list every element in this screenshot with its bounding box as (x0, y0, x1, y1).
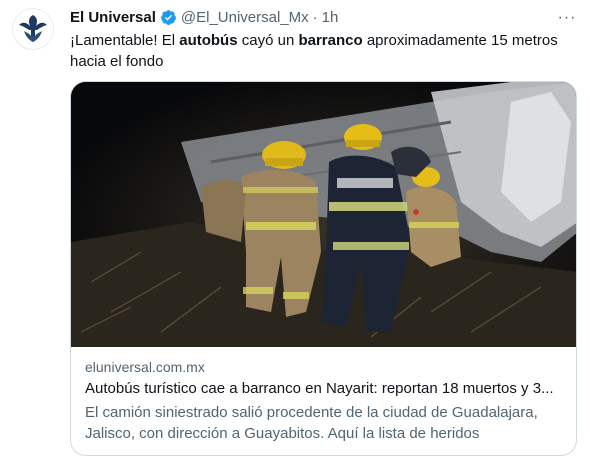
verified-badge-icon (160, 9, 177, 26)
tweet-text-bold: barranco (298, 32, 363, 49)
display-name[interactable]: El Universal (70, 9, 156, 26)
card-title[interactable]: Autobús turístico cae a barranco en Naya… (85, 380, 565, 397)
tweet-text: ¡Lamentable! El autobús cayó un barranco… (70, 30, 575, 72)
tweet[interactable]: El Universal @El_Universal_Mx · 1h ··· ¡… (0, 0, 590, 465)
tweet-text-part: cayó un (237, 32, 299, 49)
more-dots-icon[interactable]: ··· (556, 8, 578, 28)
rescue-scene-photo (71, 82, 576, 347)
user-handle[interactable]: @El_Universal_Mx (181, 9, 309, 26)
tweet-header: El Universal @El_Universal_Mx · 1h (70, 7, 338, 27)
tweet-text-bold: autobús (179, 32, 238, 49)
tweet-text-part: ¡Lamentable! El (70, 32, 180, 49)
avatar[interactable] (12, 8, 54, 50)
eagle-logo-icon (14, 10, 52, 48)
separator-dot: · (312, 8, 318, 26)
card-description[interactable]: El camión siniestrado salió procedente d… (85, 402, 570, 444)
card-domain[interactable]: eluniversal.com.mx (85, 359, 205, 375)
timestamp[interactable]: 1h (322, 9, 339, 26)
card-image[interactable] (71, 82, 576, 347)
link-card[interactable]: eluniversal.com.mx Autobús turístico cae… (70, 81, 577, 456)
